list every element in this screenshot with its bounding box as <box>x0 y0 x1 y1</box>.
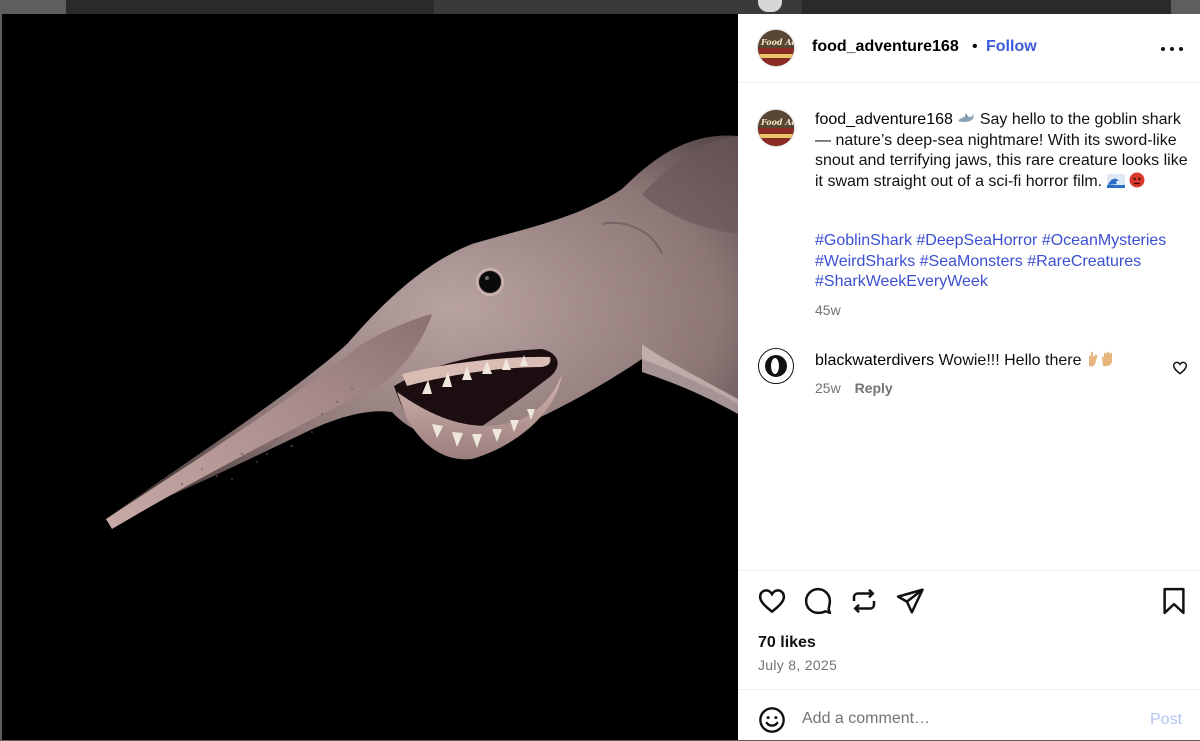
comment-timestamp[interactable]: 25w <box>815 380 841 396</box>
author-username[interactable]: food_adventure168 <box>812 38 959 56</box>
bookmark-icon[interactable] <box>1159 586 1189 616</box>
post-header: Food Ad food_adventure168 • Follow <box>738 14 1200 83</box>
add-comment-bar: Post <box>738 689 1200 741</box>
shark-emoji-icon <box>958 113 975 123</box>
author-avatar[interactable]: Food Ad <box>758 30 794 66</box>
wave-emoji-icon <box>1106 173 1125 188</box>
goblin-shark-photo <box>106 135 738 529</box>
post-image[interactable] <box>2 14 738 740</box>
actions-divider <box>738 570 1200 571</box>
comment-text: Wowie!!! Hello there <box>938 352 1082 369</box>
avatar-logo-text: Food Ad <box>761 37 794 47</box>
hashtag-link[interactable]: #SeaMonsters <box>920 253 1023 270</box>
heart-icon[interactable] <box>757 586 787 616</box>
comment-meta: 25w Reply <box>815 380 893 396</box>
share-icon[interactable] <box>895 586 925 616</box>
hashtag-link[interactable]: #SharkWeekEveryWeek <box>815 273 988 290</box>
comment-text-block: blackwaterdivers Wowie!!! Hello there <box>815 351 1116 370</box>
caption-author-username[interactable]: food_adventure168 <box>815 111 953 128</box>
commenter-username[interactable]: blackwaterdivers <box>815 352 934 369</box>
post-comment-button[interactable]: Post <box>1150 711 1182 729</box>
hashtag-link[interactable]: #OceanMysteries <box>1042 232 1167 249</box>
angry-face-emoji-icon <box>1129 172 1145 187</box>
reply-button[interactable]: Reply <box>855 380 893 396</box>
avatar-logo-text: Food Ad <box>761 117 794 127</box>
background-feed-tile <box>434 0 802 14</box>
comment-icon[interactable] <box>803 586 833 616</box>
repost-icon[interactable] <box>849 586 879 616</box>
post-details-panel: Food Ad food_adventure168 • Follow Food … <box>738 14 1200 740</box>
emoji-icon[interactable] <box>758 706 786 734</box>
hand-emoji-icon <box>1088 351 1112 367</box>
hashtag-link[interactable]: #DeepSeaHorror <box>916 232 1037 249</box>
caption-author-avatar[interactable]: Food Ad <box>758 110 794 146</box>
post-modal: Food Ad food_adventure168 • Follow Food … <box>2 14 1200 740</box>
post-date: July 8, 2025 <box>758 657 838 673</box>
background-feed-strip <box>66 0 1171 14</box>
hashtag-link[interactable]: #WeirdSharks <box>815 253 915 270</box>
separator-dot: • <box>972 38 978 55</box>
caption-text-block: food_adventure168 Say hello to the gobli… <box>815 110 1190 192</box>
hashtag-link[interactable]: #RareCreatures <box>1027 253 1141 270</box>
follow-button[interactable]: Follow <box>986 38 1037 56</box>
hashtag-list: #GoblinShark #DeepSeaHorror #OceanMyster… <box>815 231 1195 293</box>
heart-small-icon[interactable] <box>1172 360 1188 376</box>
hashtag-link[interactable]: #GoblinShark <box>815 232 912 249</box>
add-comment-input[interactable] <box>802 706 1132 732</box>
commenter-avatar[interactable] <box>758 348 794 384</box>
more-options-icon[interactable] <box>1158 34 1186 62</box>
caption-timestamp[interactable]: 45w <box>815 302 841 318</box>
likes-count[interactable]: 70 likes <box>758 634 816 652</box>
